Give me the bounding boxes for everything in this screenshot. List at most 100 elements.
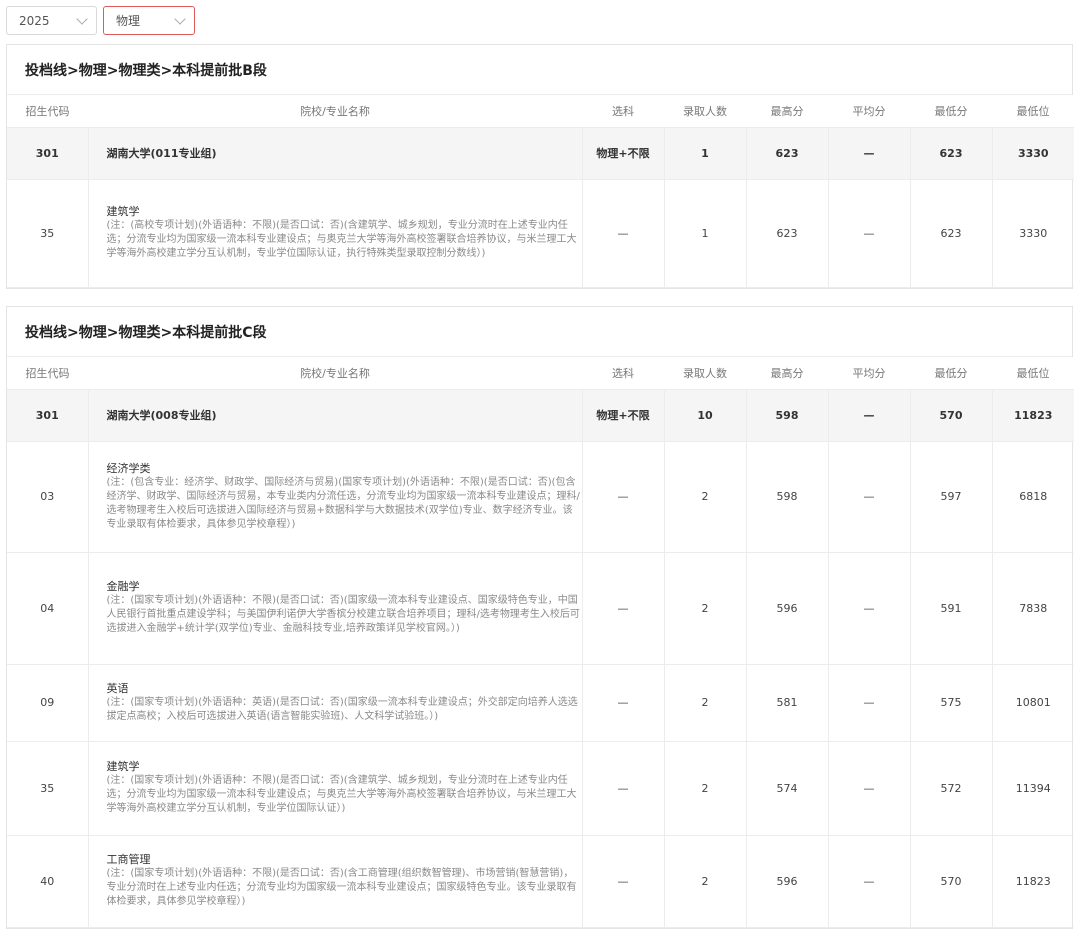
group-row: 301 湖南大学(008专业组) 物理+不限 10 598 — 570 1182…: [7, 389, 1074, 442]
major-count: 2: [664, 441, 747, 553]
major-cell: 建筑学 (注：(国家专项计划)(外语语种：不限)(是否口试：否)(含建筑学、城乡…: [88, 741, 583, 836]
major-code: 04: [7, 552, 89, 665]
major-count: 2: [664, 664, 747, 742]
header-avg: 平均分: [828, 95, 910, 128]
header-min: 最低分: [910, 95, 992, 128]
major-subject: —: [582, 741, 665, 836]
score-table: 招生代码 院校/专业名称 选科 录取人数 最高分 平均分 最低分 最低位 301…: [7, 95, 1074, 288]
major-avg: —: [828, 835, 911, 928]
major-code: 03: [7, 441, 89, 553]
major-max: 623: [746, 179, 829, 288]
major-code: 09: [7, 664, 89, 742]
score-section-b: 投档线>物理>物理类>本科提前批B段 招生代码 院校/专业名称 选科 录取人数 …: [6, 44, 1074, 289]
major-min: 570: [910, 835, 993, 928]
major-max: 574: [746, 741, 829, 836]
header-max: 最高分: [746, 95, 828, 128]
group-max: 598: [746, 389, 829, 442]
header-subject: 选科: [582, 95, 664, 128]
header-subject: 选科: [582, 357, 664, 390]
major-note: (注：(包含专业：经济学、财政学、国际经济与贸易)(国家专项计划)(外语语种：不…: [106, 476, 580, 530]
major-row: 09 英语 (注：(国家专项计划)(外语语种：英语)(是否口试：否)(国家级一流…: [7, 664, 1074, 742]
major-note: (注：(国家专项计划)(外语语种：英语)(是否口试：否)(国家级一流本科专业建设…: [106, 696, 578, 722]
major-note: (注：(国家专项计划)(外语语种：不限)(是否口试：否)(国家级一流本科专业建设…: [106, 595, 580, 634]
major-rank: 11394: [992, 741, 1074, 836]
major-name: 英语: [106, 681, 129, 695]
group-avg: —: [828, 127, 911, 180]
major-subject: —: [582, 835, 665, 928]
header-count: 录取人数: [664, 95, 746, 128]
header-count: 录取人数: [664, 357, 746, 390]
year-select-value: 2025: [19, 13, 50, 28]
group-subject: 物理+不限: [582, 389, 665, 442]
header-max: 最高分: [746, 357, 828, 390]
major-avg: —: [828, 441, 911, 553]
group-code: 301: [7, 127, 89, 180]
subject-select-value: 物理: [116, 14, 141, 28]
group-max: 623: [746, 127, 829, 180]
major-avg: —: [828, 741, 911, 836]
major-subject: —: [582, 179, 665, 288]
year-select[interactable]: 2025: [6, 6, 97, 35]
group-subject: 物理+不限: [582, 127, 665, 180]
header-rank: 最低位: [992, 357, 1074, 390]
group-avg: —: [828, 389, 911, 442]
score-table: 招生代码 院校/专业名称 选科 录取人数 最高分 平均分 最低分 最低位 301…: [7, 357, 1074, 928]
major-min: 575: [910, 664, 993, 742]
group-name: 湖南大学(008专业组): [88, 389, 583, 442]
major-code: 40: [7, 835, 89, 928]
major-cell: 英语 (注：(国家专项计划)(外语语种：英语)(是否口试：否)(国家级一流本科专…: [88, 664, 583, 742]
major-rank: 3330: [992, 179, 1074, 288]
table-header-row: 招生代码 院校/专业名称 选科 录取人数 最高分 平均分 最低分 最低位: [7, 357, 1074, 390]
major-max: 596: [746, 835, 829, 928]
header-rank: 最低位: [992, 95, 1074, 128]
chevron-down-icon: [174, 12, 186, 25]
group-name: 湖南大学(011专业组): [88, 127, 583, 180]
subject-select[interactable]: 物理: [103, 6, 195, 35]
major-code: 35: [7, 179, 89, 288]
major-min: 572: [910, 741, 993, 836]
major-name: 金融学: [106, 580, 140, 593]
major-row: 40 工商管理 (注：(国家专项计划)(外语语种：不限)(是否口试：否)(含工商…: [7, 835, 1074, 928]
major-subject: —: [582, 441, 665, 553]
section-title: 投档线>物理>物理类>本科提前批B段: [7, 45, 1072, 95]
major-cell: 工商管理 (注：(国家专项计划)(外语语种：不限)(是否口试：否)(含工商管理(…: [88, 835, 583, 928]
major-min: 597: [910, 441, 993, 553]
major-avg: —: [828, 664, 911, 742]
major-note: (注：(国家专项计划)(外语语种：不限)(是否口试：否)(含工商管理(组织数智管…: [106, 868, 577, 907]
header-min: 最低分: [910, 357, 992, 390]
header-code: 招生代码: [7, 95, 88, 128]
group-row: 301 湖南大学(011专业组) 物理+不限 1 623 — 623 3330: [7, 127, 1074, 180]
major-note: (注：(高校专项计划)(外语语种：不限)(是否口试：否)(含建筑学、城乡规划，专…: [106, 220, 577, 259]
major-count: 2: [664, 741, 747, 836]
group-rank: 3330: [992, 127, 1074, 180]
major-cell: 经济学类 (注：(包含专业：经济学、财政学、国际经济与贸易)(国家专项计划)(外…: [88, 441, 583, 553]
major-row: 04 金融学 (注：(国家专项计划)(外语语种：不限)(是否口试：否)(国家级一…: [7, 552, 1074, 665]
major-avg: —: [828, 552, 911, 665]
header-name: 院校/专业名称: [88, 95, 582, 128]
major-name: 经济学类: [106, 461, 151, 475]
major-row: 35 建筑学 (注：(国家专项计划)(外语语种：不限)(是否口试：否)(含建筑学…: [7, 741, 1074, 836]
major-cell: 建筑学 (注：(高校专项计划)(外语语种：不限)(是否口试：否)(含建筑学、城乡…: [88, 179, 583, 288]
major-row: 35 建筑学 (注：(高校专项计划)(外语语种：不限)(是否口试：否)(含建筑学…: [7, 179, 1074, 288]
major-max: 598: [746, 441, 829, 553]
major-avg: —: [828, 179, 911, 288]
major-min: 591: [910, 552, 993, 665]
major-rank: 6818: [992, 441, 1074, 553]
major-name: 工商管理: [106, 853, 151, 866]
group-rank: 11823: [992, 389, 1074, 442]
major-count: 2: [664, 835, 747, 928]
group-min: 623: [910, 127, 993, 180]
major-count: 2: [664, 552, 747, 665]
major-subject: —: [582, 664, 665, 742]
score-section-c: 投档线>物理>物理类>本科提前批C段 招生代码 院校/专业名称 选科 录取人数 …: [6, 306, 1074, 929]
header-code: 招生代码: [7, 357, 88, 390]
major-count: 1: [664, 179, 747, 288]
table-header-row: 招生代码 院校/专业名称 选科 录取人数 最高分 平均分 最低分 最低位: [7, 95, 1074, 128]
major-code: 35: [7, 741, 89, 836]
major-name: 建筑学: [106, 205, 140, 218]
chevron-down-icon: [76, 12, 88, 25]
major-name: 建筑学: [106, 760, 140, 773]
group-code: 301: [7, 389, 89, 442]
group-count: 10: [664, 389, 747, 442]
major-max: 596: [746, 552, 829, 665]
